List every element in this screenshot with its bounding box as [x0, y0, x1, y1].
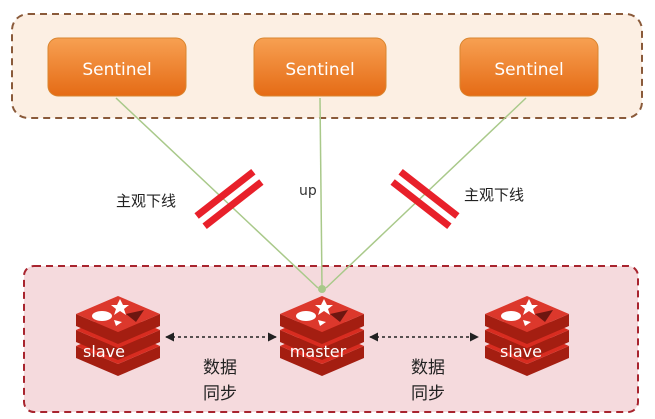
edge-label-left: 主观下线 — [116, 192, 176, 210]
node-label: slave — [500, 342, 542, 361]
sync-label-right-line1: 数据 — [411, 358, 445, 378]
sentinel-label: Sentinel — [285, 60, 354, 80]
connector-middle — [319, 97, 323, 289]
sync-label-left-line2: 同步 — [203, 384, 237, 404]
broken-link-icon — [194, 168, 264, 230]
edge-label-middle: up — [299, 183, 317, 199]
sentinel-label: Sentinel — [494, 60, 563, 80]
sentinel-node-2: Sentinel — [253, 37, 387, 97]
sentinel-diagram: Sentinel Sentinel Sentinel 主观下线 up 主观下线 … — [11, 13, 643, 413]
sync-label-left-line1: 数据 — [203, 358, 237, 378]
node-label: slave — [83, 342, 125, 361]
connector-junction — [318, 285, 326, 293]
sentinel-node-3: Sentinel — [459, 37, 599, 97]
sync-label-right-line2: 同步 — [411, 384, 445, 404]
broken-link-icon — [390, 168, 460, 230]
edge-label-right: 主观下线 — [464, 186, 524, 204]
sentinel-label: Sentinel — [82, 60, 151, 80]
sentinel-node-1: Sentinel — [47, 37, 187, 97]
node-label: master — [290, 342, 347, 361]
